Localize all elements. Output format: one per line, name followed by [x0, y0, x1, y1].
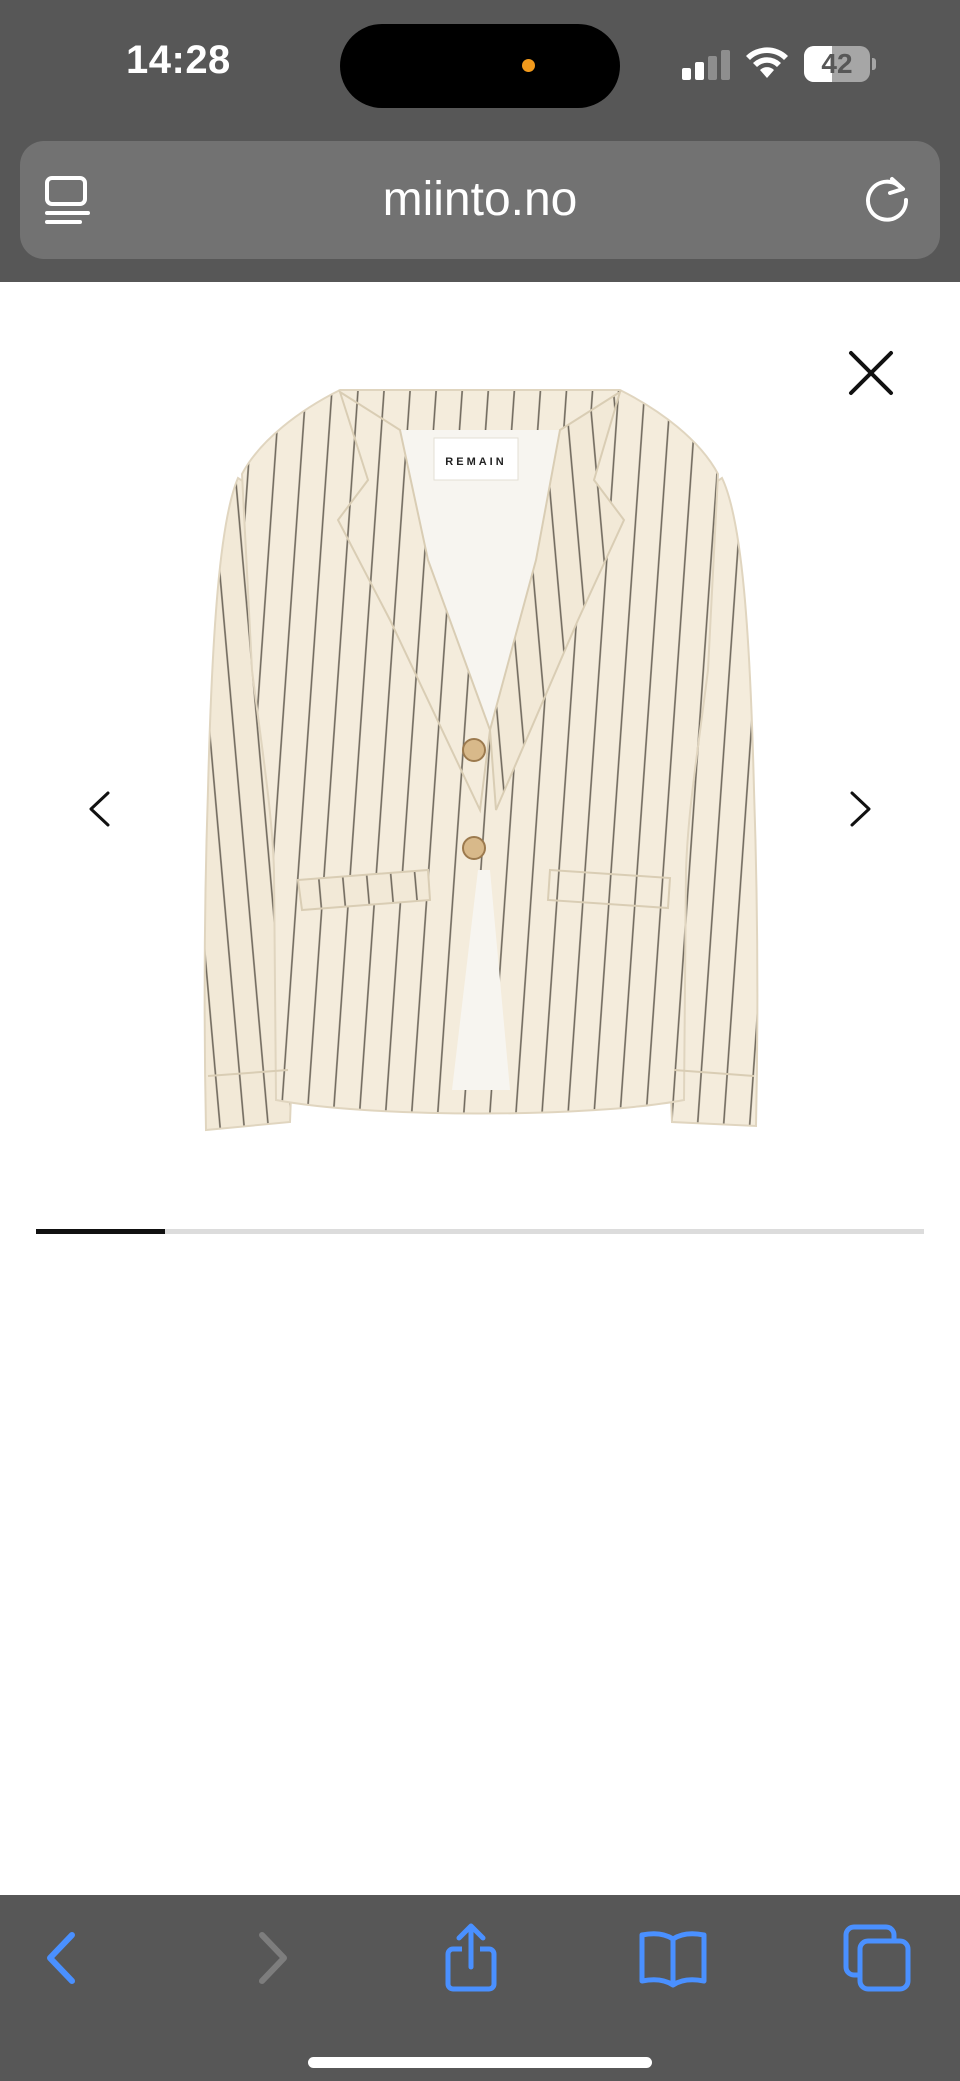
- battery-icon: 42: [804, 46, 876, 82]
- chevron-right-icon[interactable]: [848, 790, 874, 828]
- browser-chrome: 14:28 42 miinto.no: [0, 0, 960, 282]
- reload-icon[interactable]: [862, 175, 912, 225]
- battery-level: 42: [821, 48, 853, 79]
- garment-brand-label: REMAIN: [445, 456, 506, 468]
- bookmarks-icon[interactable]: [638, 1923, 708, 1993]
- forward-icon[interactable]: [236, 1923, 306, 1993]
- browser-toolbar: [0, 1895, 960, 2081]
- tabs-icon[interactable]: [842, 1923, 912, 1993]
- url-text[interactable]: miinto.no: [20, 141, 940, 259]
- product-image-blazer: REMAIN: [203, 389, 759, 1132]
- home-indicator: [308, 2057, 652, 2068]
- chevron-left-icon[interactable]: [86, 790, 112, 828]
- back-icon[interactable]: [28, 1923, 98, 1993]
- battery-cap: [872, 58, 876, 70]
- status-bar: 14:28 42: [0, 0, 960, 130]
- privacy-indicator-dot: [522, 59, 535, 72]
- address-bar[interactable]: miinto.no: [20, 141, 940, 259]
- share-icon[interactable]: [436, 1923, 506, 1993]
- status-time: 14:28: [126, 38, 231, 82]
- gallery-progress-fill: [36, 1229, 165, 1234]
- wifi-icon: [746, 47, 788, 78]
- battery-body: 42: [804, 46, 870, 82]
- gallery-progress-bar: [36, 1229, 924, 1234]
- close-icon[interactable]: [848, 350, 894, 396]
- cellular-signal-icon: [682, 50, 730, 80]
- dynamic-island: [340, 24, 620, 108]
